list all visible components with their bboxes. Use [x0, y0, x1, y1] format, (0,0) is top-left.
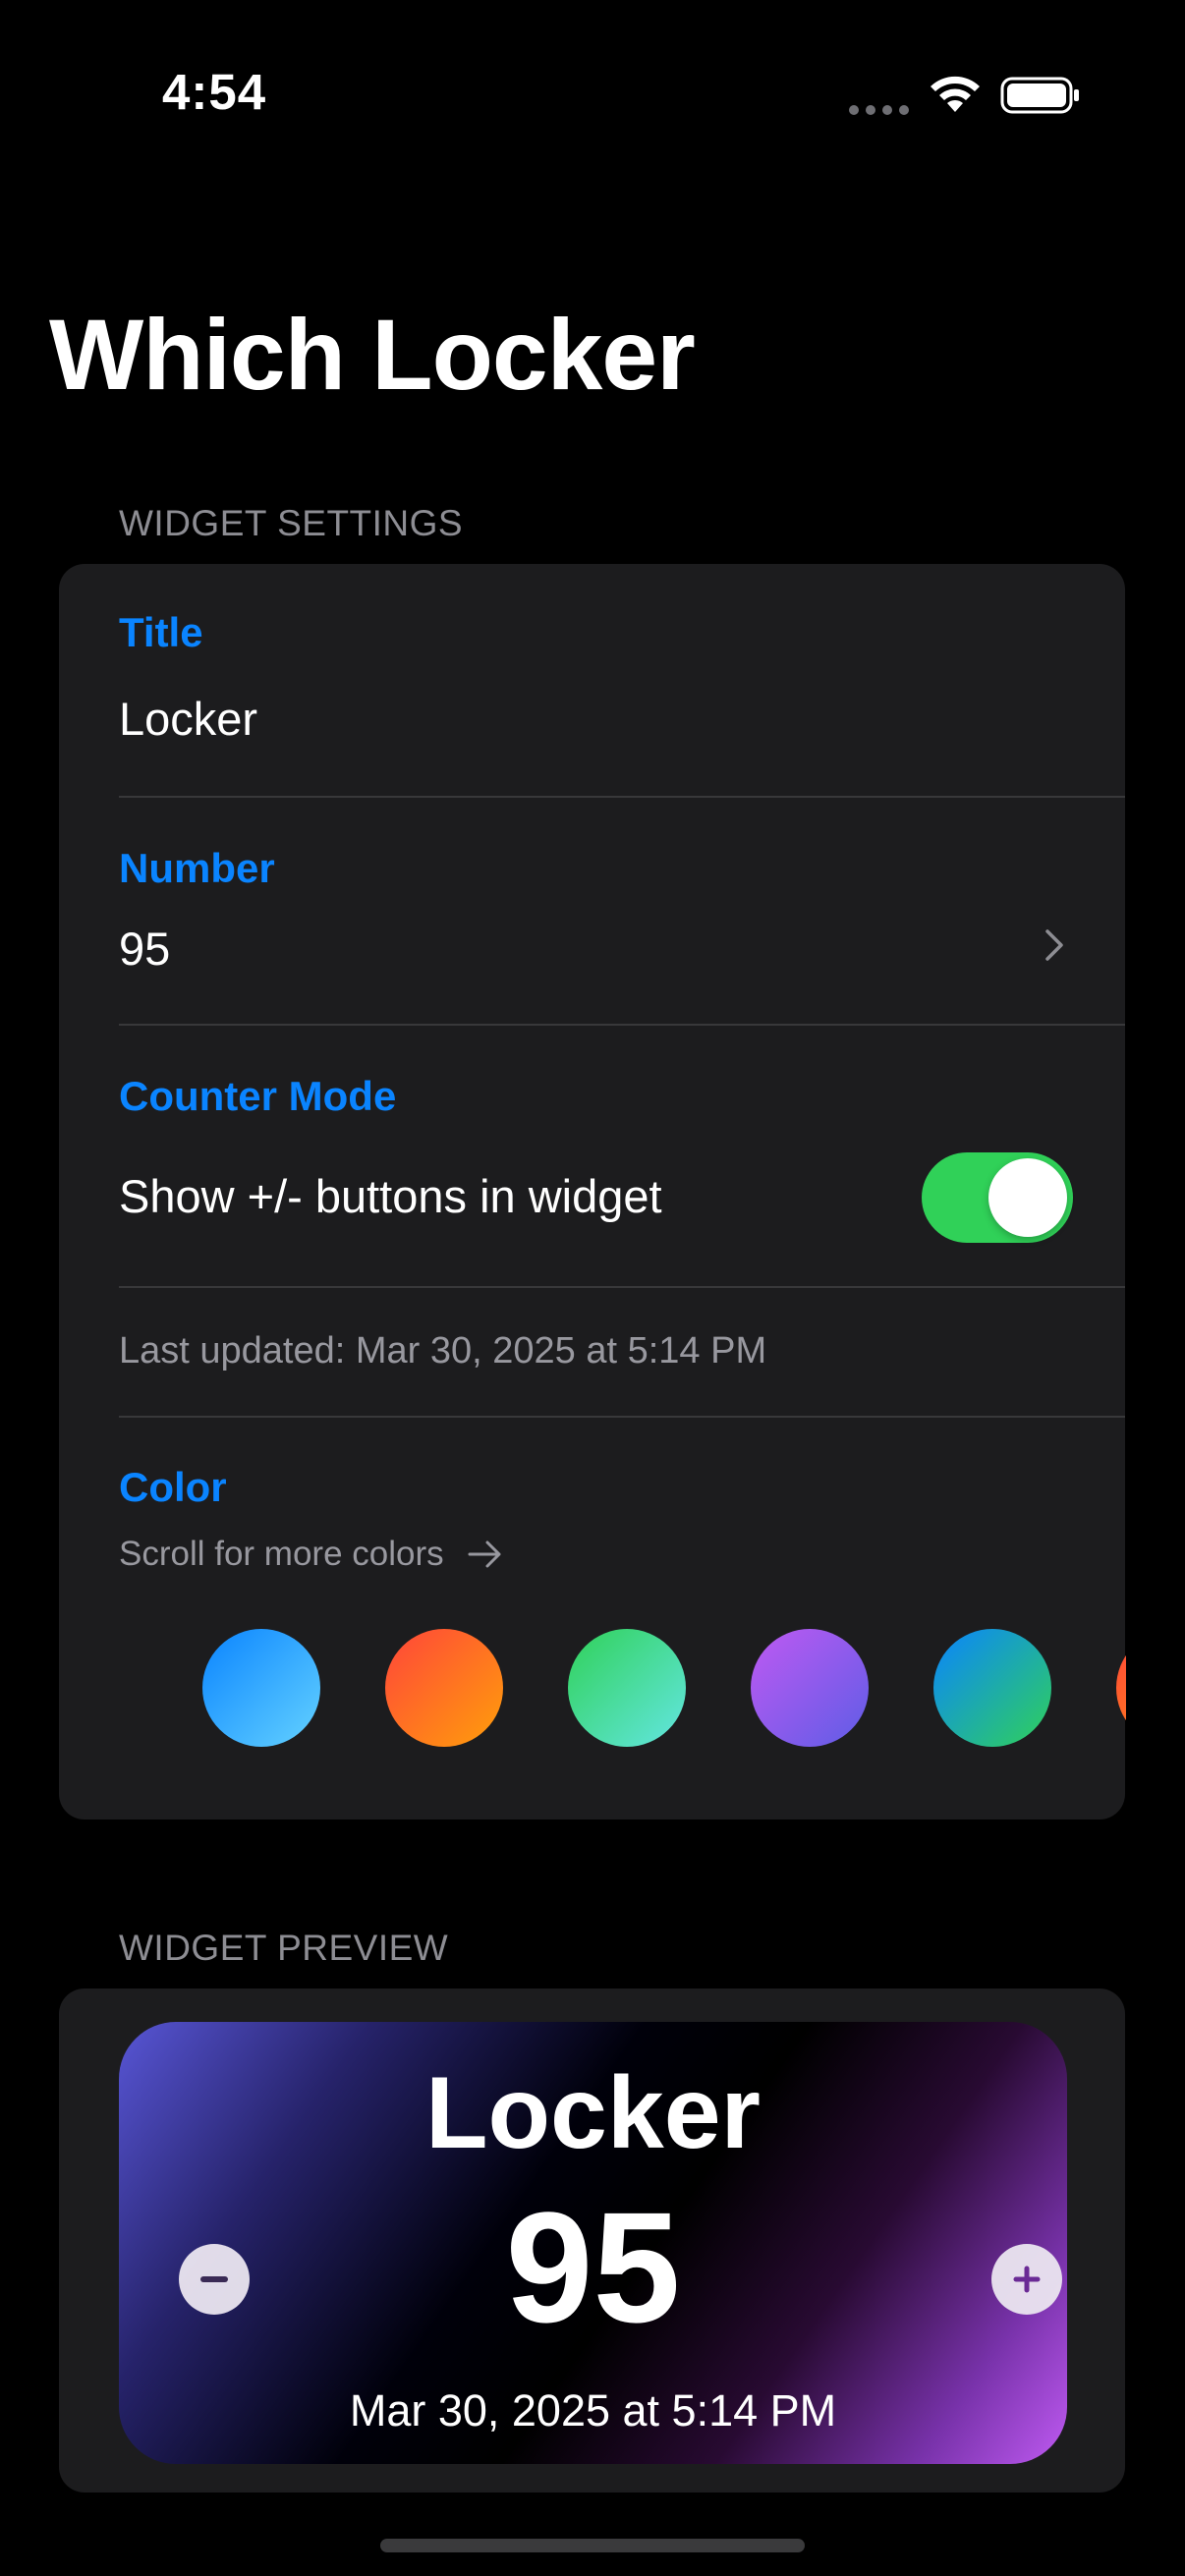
title-field-label: Title [119, 609, 203, 655]
counter-mode-toggle[interactable] [922, 1152, 1073, 1243]
toggle-knob [988, 1158, 1067, 1237]
color-swatch-orange-partial[interactable] [1116, 1629, 1126, 1747]
color-swatch-blue[interactable] [202, 1629, 320, 1747]
plus-icon [1013, 2266, 1041, 2293]
arrow-right-icon [468, 1540, 501, 1568]
page-title: Which Locker [49, 299, 696, 411]
cellular-signal-icon [849, 105, 909, 115]
widget-settings-card: Title Locker Number 95 Counter Mode Show… [59, 564, 1126, 1820]
section-header-widget-settings: WIDGET SETTINGS [119, 503, 464, 543]
scroll-hint-text: Scroll for more colors [119, 1535, 444, 1573]
color-label: Color [119, 1464, 227, 1510]
chevron-right-icon[interactable] [1044, 927, 1065, 963]
divider [119, 796, 1125, 798]
divider [119, 1286, 1125, 1288]
widget-preview: Locker 95 Mar 30, 2025 at 5:14 PM [119, 2022, 1067, 2464]
status-time: 4:54 [162, 64, 267, 120]
counter-toggle-label: Show +/- buttons in widget [119, 1170, 662, 1222]
widget-number: 95 [505, 2179, 681, 2355]
section-header-widget-preview: WIDGET PREVIEW [119, 1928, 449, 1968]
counter-mode-label: Counter Mode [119, 1073, 397, 1119]
home-indicator[interactable] [380, 2539, 805, 2552]
color-swatch-purple[interactable] [751, 1629, 869, 1747]
color-swatch-green[interactable] [568, 1629, 686, 1747]
battery-icon [1000, 77, 1079, 114]
wifi-icon [931, 76, 980, 112]
number-field-label: Number [119, 845, 275, 891]
color-swatch-list[interactable] [143, 1629, 1126, 1751]
color-swatch-orange[interactable] [385, 1629, 503, 1747]
number-field[interactable]: 95 [119, 922, 170, 976]
last-updated-text: Last updated: Mar 30, 2025 at 5:14 PM [119, 1330, 767, 1372]
widget-preview-card: Locker 95 Mar 30, 2025 at 5:14 PM [59, 1988, 1125, 2492]
scroll-hint: Scroll for more colors [119, 1535, 503, 1574]
widget-date: Mar 30, 2025 at 5:14 PM [349, 2385, 837, 2436]
increment-button[interactable] [991, 2244, 1062, 2315]
color-swatch-teal-blue[interactable] [933, 1629, 1051, 1747]
widget-title: Locker [424, 2056, 762, 2170]
divider [119, 1416, 1125, 1418]
divider [119, 1024, 1125, 1026]
title-field[interactable]: Locker [119, 692, 257, 746]
